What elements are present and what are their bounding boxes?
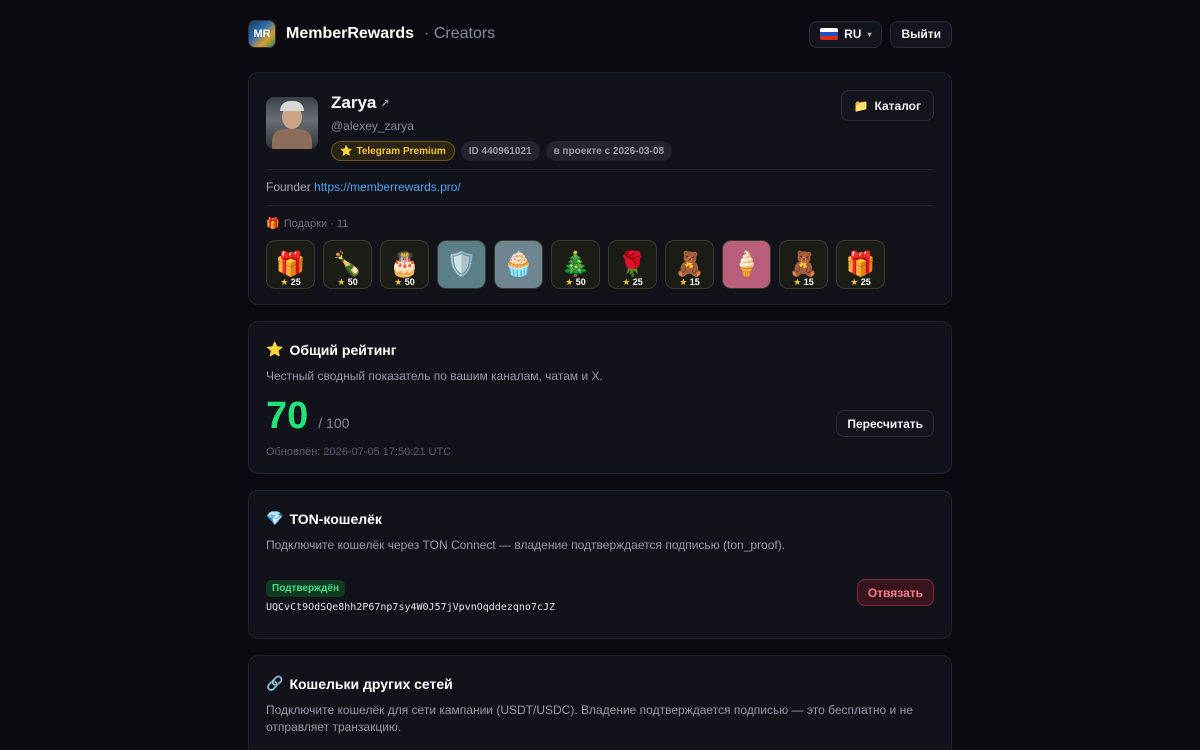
folder-icon: 📁	[853, 98, 869, 113]
teddy-bear-icon: 🧸	[674, 250, 705, 278]
rating-updated: Обновлён: 2026-07-05 17:50:21 UTC	[266, 446, 452, 458]
gifts-list: 🎁 ★ 25 🍾 ★ 50 🎂 ★ 50 🛡️ 🧁 🎄 ★ 50 🌹 ★ 25 🧸 ★ 15…	[266, 240, 885, 289]
gifts-label: Подарки · 11	[283, 217, 349, 230]
gift-price: ★ 15	[793, 277, 814, 287]
cupcake-icon: 🧁	[503, 250, 534, 278]
rose-icon: 🌹	[617, 250, 648, 278]
gift-icon: 🎁	[266, 218, 280, 230]
gifts-header: 🎁 Подарки · 11	[266, 217, 349, 231]
profile-badges: ⭐ Telegram Premium ID 440961021 в проект…	[331, 141, 673, 161]
other-wallets-card: 🔗 Кошельки других сетей Подключите кошел…	[248, 655, 952, 750]
divider	[266, 205, 934, 206]
profile-name: Zarya	[331, 93, 377, 112]
language-select[interactable]: RU ▾	[809, 20, 883, 48]
top-actions: RU ▾ Выйти	[809, 20, 952, 48]
profile-info: Zarya ↗ @alexey_zarya ⭐ Telegram Premium…	[331, 93, 673, 161]
other-wallets-title: Кошельки других сетей	[289, 675, 453, 692]
diamond-icon: 💎	[266, 510, 284, 526]
brand[interactable]: MR MemberRewards · Creators	[248, 20, 495, 48]
other-wallets-description: Подключите кошелёк для сети кампании (US…	[266, 703, 913, 734]
christmas-tree-icon: 🎄	[560, 250, 591, 278]
status-badge: Подтверждён	[266, 580, 346, 597]
gift-item[interactable]: 🎄 ★ 50	[551, 240, 600, 289]
catalog-label: Каталог	[874, 98, 922, 113]
user-id-badge: ID 440961021	[460, 141, 540, 161]
star-icon: ⭐	[266, 341, 284, 357]
profile-bio: Founder https://memberrewards.pro/	[266, 180, 461, 194]
rating-max: / 100	[318, 415, 350, 431]
gift-box-icon: 🎁	[845, 250, 876, 278]
ton-wallet-card: 💎 TON-кошелёк Подключите кошелёк через T…	[248, 490, 952, 639]
unlink-button[interactable]: Отвязать	[856, 579, 934, 606]
gift-box-icon: 🎁	[275, 250, 306, 278]
gift-item[interactable]: 🎂 ★ 50	[380, 240, 429, 289]
gift-item[interactable]: 🧁	[494, 240, 543, 289]
profile-handle: @alexey_zarya	[331, 119, 414, 133]
ice-cream-icon: 🍦	[731, 250, 762, 278]
gift-item[interactable]: 🎁 ★ 25	[836, 240, 885, 289]
profile-card: Zarya ↗ @alexey_zarya ⭐ Telegram Premium…	[248, 72, 952, 305]
profile-name-row: Zarya ↗	[331, 93, 672, 113]
premium-badge-label: Telegram Premium	[356, 145, 446, 157]
gift-price: ★ 25	[622, 277, 643, 287]
rating-score: 70	[266, 395, 309, 437]
top-bar: MR MemberRewards · Creators RU ▾ Выйти	[248, 0, 952, 68]
premium-badge: ⭐ Telegram Premium	[331, 141, 455, 161]
wallet-address: UQCvCt9OdSQe8hh2P67np7sy4W0J57jVpvnOqdde…	[266, 602, 555, 613]
gift-price: ★ 50	[565, 277, 586, 287]
ton-wallet-title: TON-кошелёк	[289, 510, 382, 527]
gift-item[interactable]: 🧸 ★ 15	[665, 240, 714, 289]
ton-wallet-title-row: 💎 TON-кошелёк	[266, 510, 934, 527]
bio-text: Founder	[266, 180, 311, 194]
language-label: RU	[844, 27, 862, 41]
ton-wallet-description: Подключите кошелёк через TON Connect — в…	[266, 538, 786, 552]
champagne-icon: 🍾	[332, 250, 363, 278]
star-icon: ⭐	[340, 145, 353, 157]
divider	[266, 169, 934, 170]
avatar	[266, 97, 318, 149]
gift-item[interactable]: 🧸 ★ 15	[779, 240, 828, 289]
brand-subtitle: · Creators	[424, 25, 496, 42]
gift-price: ★ 25	[280, 277, 301, 287]
shield-icon: 🛡️	[446, 250, 477, 278]
rating-title: Общий рейтинг	[289, 341, 397, 358]
other-wallets-title-row: 🔗 Кошельки других сетей	[266, 675, 934, 692]
gift-price: ★ 50	[394, 277, 415, 287]
app-logo: MR	[248, 20, 276, 48]
recalculate-button[interactable]: Пересчитать	[836, 410, 934, 437]
cake-icon: 🎂	[389, 250, 420, 278]
catalog-button[interactable]: 📁 Каталог	[840, 90, 934, 121]
rating-description: Честный сводный показатель по вашим кана…	[266, 369, 603, 383]
score-row: 70 / 100	[266, 395, 934, 438]
rating-title-row: ⭐ Общий рейтинг	[266, 341, 934, 358]
link-icon: 🔗	[266, 675, 284, 691]
gift-item[interactable]: 🍦	[722, 240, 771, 289]
brand-name: MemberRewards	[286, 25, 415, 42]
member-since-badge: в проекте с 2026-03-08	[545, 141, 673, 161]
bio-link[interactable]: https://memberrewards.pro/	[314, 180, 461, 194]
chevron-down-icon: ▾	[867, 29, 872, 39]
gift-price: ★ 50	[337, 277, 358, 287]
gift-item[interactable]: 🍾 ★ 50	[323, 240, 372, 289]
rating-card: ⭐ Общий рейтинг Честный сводный показате…	[248, 321, 952, 474]
gift-item[interactable]: 🌹 ★ 25	[608, 240, 657, 289]
logout-button[interactable]: Выйти	[890, 20, 952, 48]
teddy-bear-icon: 🧸	[788, 250, 819, 278]
russia-flag-icon	[820, 28, 839, 40]
external-link-icon[interactable]: ↗	[380, 97, 389, 110]
gift-item[interactable]: 🎁 ★ 25	[266, 240, 315, 289]
gift-item[interactable]: 🛡️	[437, 240, 486, 289]
gift-price: ★ 25	[850, 277, 871, 287]
gift-price: ★ 15	[679, 277, 700, 287]
